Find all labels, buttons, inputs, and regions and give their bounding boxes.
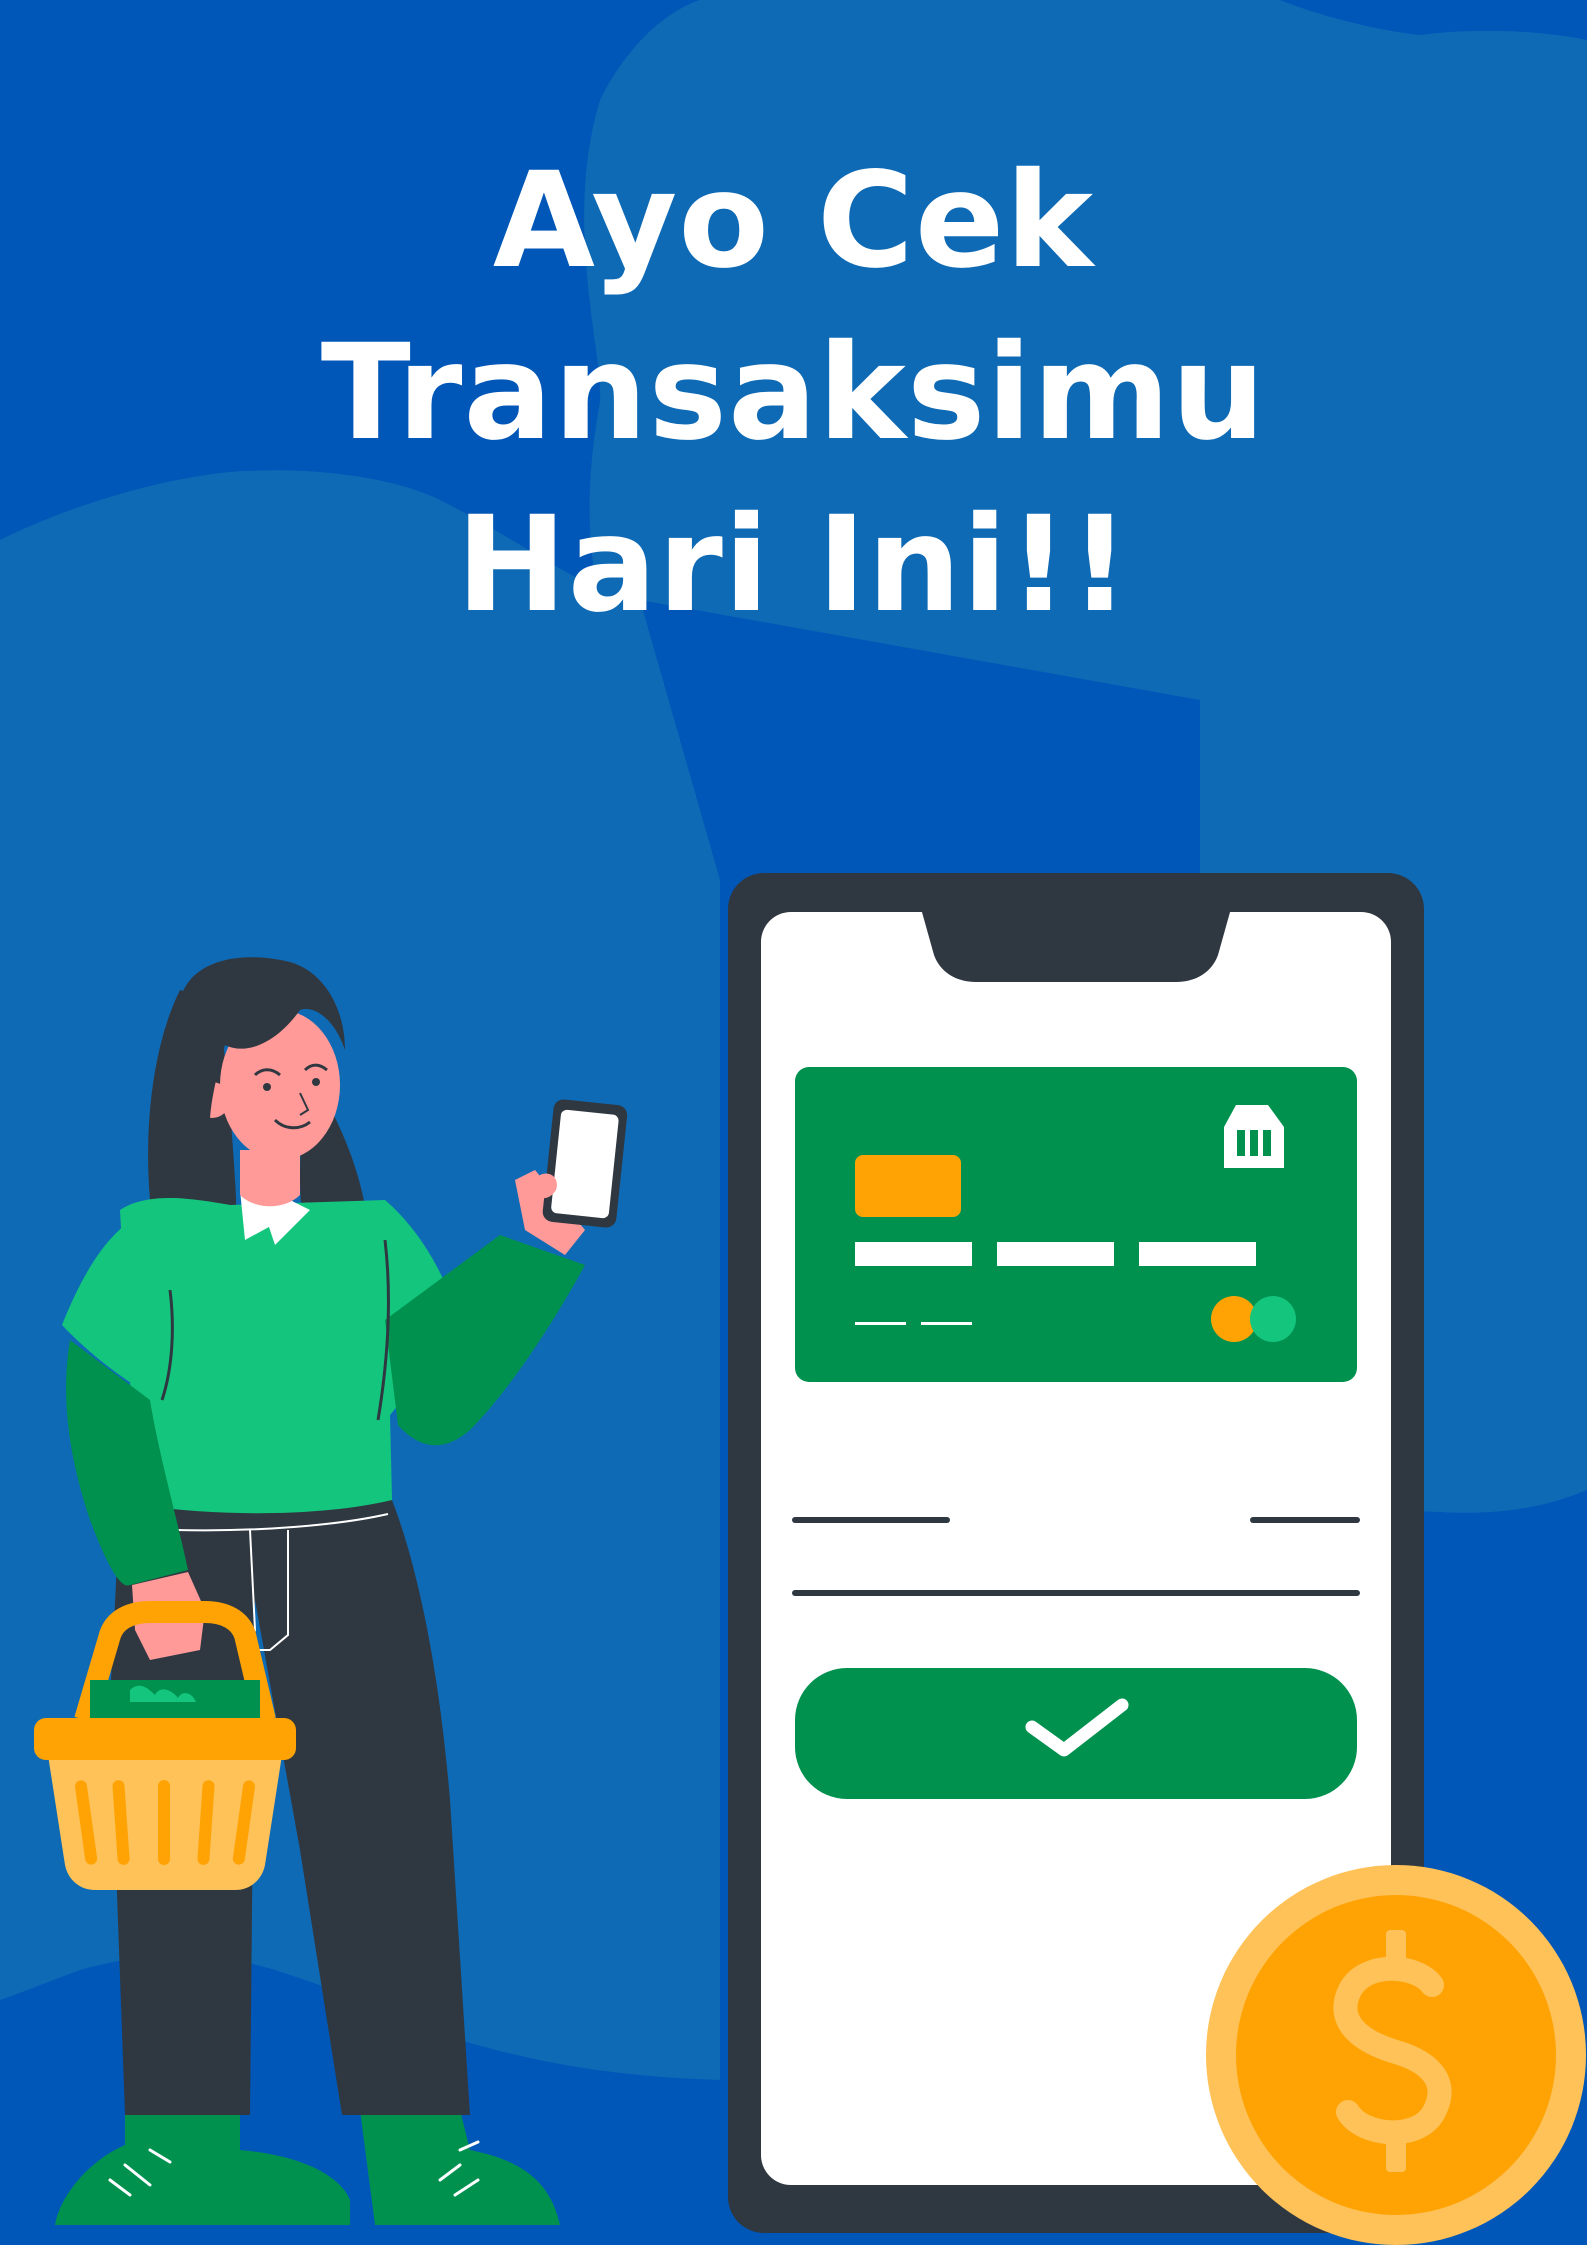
field-line-full (792, 1590, 1360, 1596)
shoe-left (55, 2110, 350, 2225)
card-number-group-3 (1139, 1242, 1256, 1266)
shoe-right (360, 2110, 560, 2225)
confirm-button[interactable] (795, 1668, 1357, 1799)
field-line-right (1250, 1517, 1360, 1523)
illustration (34, 873, 1586, 2245)
card-number-group-2 (997, 1242, 1114, 1266)
field-line-left (792, 1517, 950, 1523)
chip-icon (855, 1155, 961, 1217)
phone-notch (920, 905, 1232, 982)
card-detail-line-2 (921, 1322, 972, 1325)
card-number-group-1 (855, 1242, 972, 1266)
poster: Ayo Cek Transaksimu Hari Ini!! (0, 0, 1587, 2245)
dollar-coin-icon (1206, 1865, 1586, 2245)
woman-figure (34, 957, 628, 2225)
payment-card (795, 1067, 1357, 1382)
card-detail-line-1 (855, 1322, 906, 1325)
